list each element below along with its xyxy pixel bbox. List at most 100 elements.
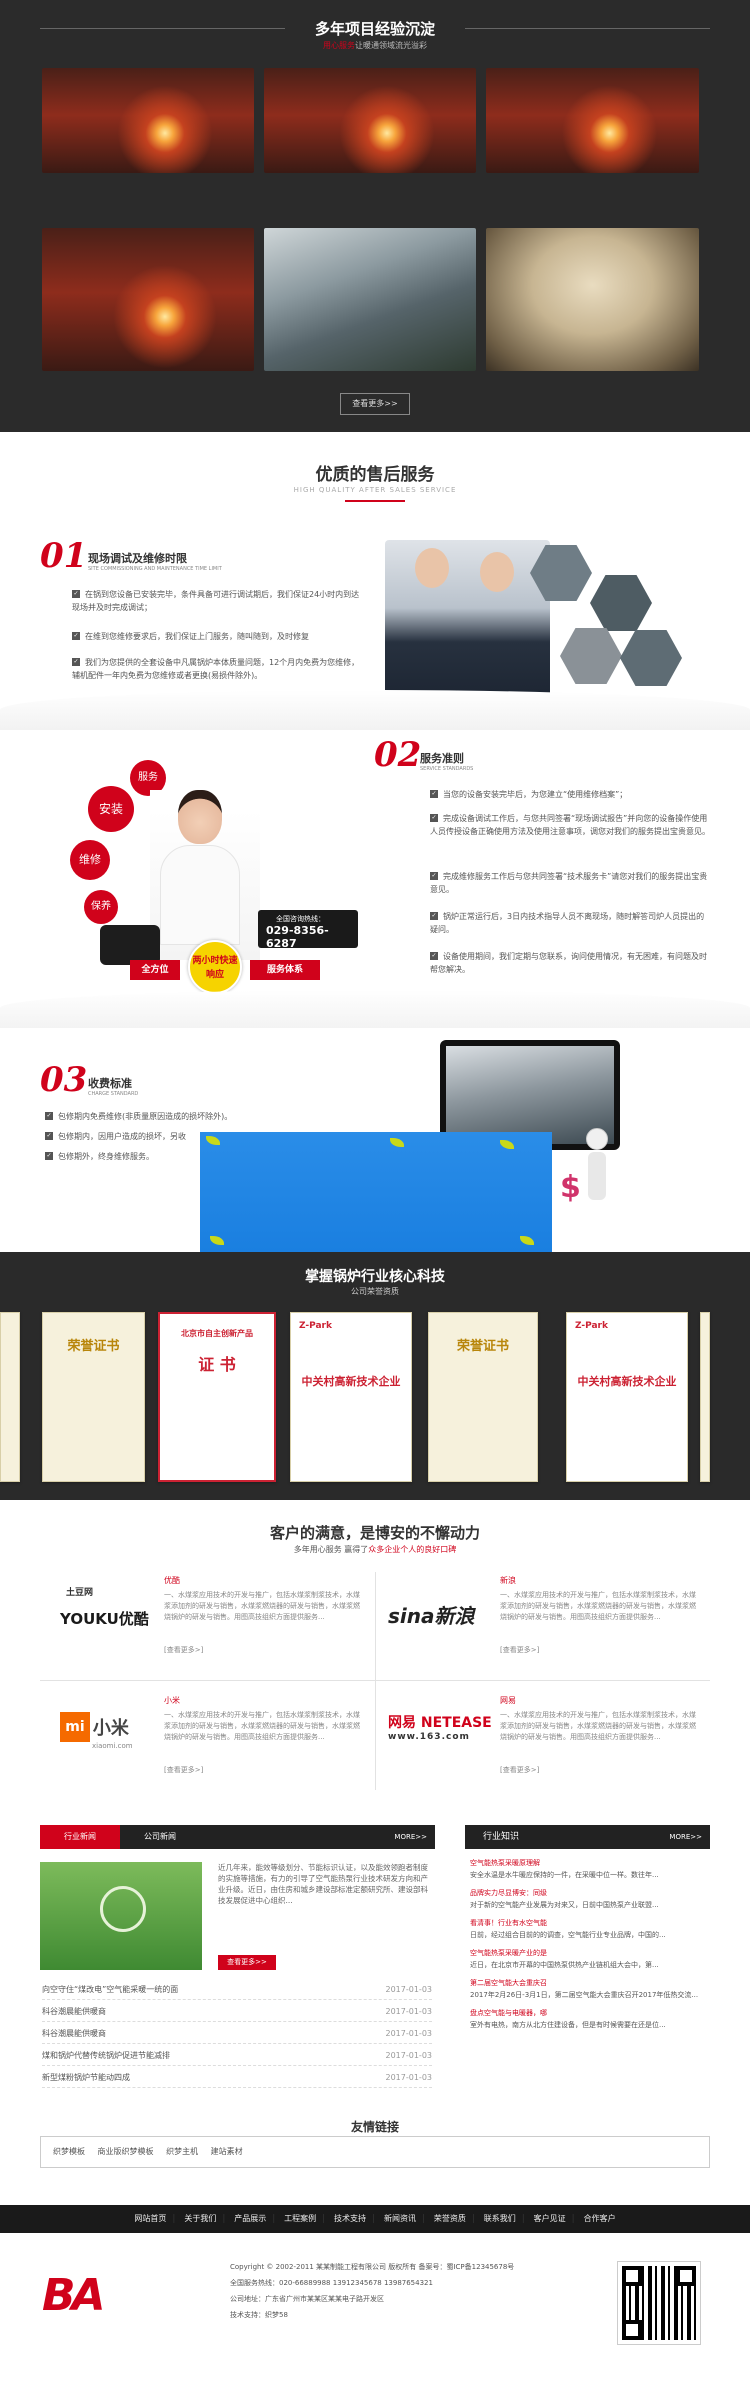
floating-ad-popup[interactable]: [200, 1132, 552, 1252]
check-icon: ✓: [430, 872, 438, 880]
knowledge-row[interactable]: 盘点空气能与电暖器，哪: [470, 2008, 710, 2018]
cert-2[interactable]: 北京市自主创新产品 证 书: [158, 1312, 276, 1482]
tab-company-news[interactable]: 公司新闻: [120, 1825, 200, 1849]
knowledge-row[interactable]: 空气能热泵采暖产业的是: [470, 1948, 710, 1958]
friend-link-4[interactable]: 建站素材: [211, 2147, 243, 2156]
staff-photo: [385, 540, 550, 710]
news-thumbnail[interactable]: [40, 1862, 202, 1970]
qr-code[interactable]: [617, 2261, 701, 2345]
footer-nav-cases[interactable]: 工程案例: [284, 2214, 316, 2223]
friend-link-2[interactable]: 商业版织梦模板: [98, 2147, 154, 2156]
hexagon-photo-3: [560, 628, 622, 684]
knowledge-row[interactable]: 安全水温是水牛暖应保持的一件，在采暖中位一样。数往年...: [470, 1870, 710, 1880]
news-intro-more-button[interactable]: 查看更多>>: [218, 1955, 276, 1970]
cert-5-body: 中关村高新技术企业: [577, 1375, 677, 1388]
client-2-desc: 一、水煤浆应用技术的开发与推广，包括水煤浆制浆技术，水煤浆添加剂的研发与销售，水…: [500, 1591, 696, 1621]
footer-nav-contact[interactable]: 联系我们: [484, 2214, 516, 2223]
client-2-more[interactable]: [查看更多>]: [500, 1645, 539, 1655]
bubble-maintain: 保养: [84, 890, 118, 924]
cert-5-logo: Z-Park: [575, 1321, 608, 1331]
news-row-2[interactable]: 科谷潮晨能供暖商 2017-01-03: [42, 2002, 432, 2022]
news-intro: 近几年来，能效等级划分、节能标识认证，以及能效领跑者制度的实施等措施，有力的引导…: [218, 1863, 428, 1905]
telephone-icon: [100, 925, 160, 965]
figure-body: [588, 1152, 606, 1200]
projects-more-button[interactable]: 查看更多>>: [340, 393, 410, 415]
cert-5[interactable]: Z-Park 中关村高新技术企业: [566, 1312, 688, 1482]
service-1-en: SITE COMMISSIONING AND MAINTENANCE TIME …: [88, 566, 222, 572]
projects-subtitle: 用心服务让暖通领域流光溢彩: [0, 40, 750, 51]
footer-support: 技术支持：织梦58: [230, 2311, 288, 2319]
project-photo-2[interactable]: [264, 68, 476, 173]
check-icon: ✓: [72, 590, 80, 598]
operator-face: [178, 790, 222, 844]
footer-nav-about[interactable]: 关于我们: [184, 2214, 216, 2223]
cert-1[interactable]: 荣誉证书: [42, 1312, 145, 1482]
service-2-item-5: ✓ 设备使用期间，我们定期与您联系，询问使用情况，有无困难，有问题及时帮您解决。: [430, 952, 707, 974]
cert-4[interactable]: 荣誉证书: [428, 1312, 538, 1482]
footer-nav: 网站首页 | 关于我们 | 产品展示 | 工程案例 | 技术支持 | 新闻资讯 | 荣誉资质…: [0, 2205, 750, 2233]
news-tabbar: 行业新闻 公司新闻 MORE>>: [40, 1825, 435, 1849]
news-row-3[interactable]: 科谷潮晨能供暖商 2017-01-03: [42, 2024, 432, 2044]
knowledge-row[interactable]: 近日，在北京市开幕的中国热泵供热产业链机组大会中，第...: [470, 1960, 710, 1970]
xiaomi-logo[interactable]: mi 小米 xiaomi.com: [60, 1712, 160, 1762]
news-row-1[interactable]: 向空守住“煤改电”空气能采暖一统的面 2017-01-03: [42, 1980, 432, 2000]
service-2-item-2: ✓ 完成设备调试工作后，与您共同签署“现场调试报告”并向您的设备操作使用人员传授设…: [430, 814, 710, 836]
youku-logo[interactable]: 土豆网 YOUKU优酷: [60, 1585, 150, 1645]
tudou-logo: 土豆网: [66, 1588, 94, 1598]
footer-nav-partners[interactable]: 合作客户: [584, 2214, 616, 2223]
client-1-name: 优酷: [164, 1576, 180, 1585]
footer-nav-home[interactable]: 网站首页: [134, 2214, 166, 2223]
project-photo-5[interactable]: [264, 228, 476, 371]
footer-logo: BA: [42, 2270, 106, 2321]
knowledge-row[interactable]: 对于新的空气能产业发展为对来又，日前中国热泵产业联盟...: [470, 1900, 710, 1910]
tech-section: 掌握锅炉行业核心科技 公司荣誉资质 荣誉证书 北京市自主创新产品 证 书 Z-P…: [0, 1252, 750, 1500]
friend-link-3[interactable]: 织梦主机: [166, 2147, 198, 2156]
sina-logo[interactable]: sina新浪: [388, 1600, 488, 1629]
knowledge-row[interactable]: 第二届空气能大会重庆召: [470, 1978, 710, 1988]
projects-section: 多年项目经验沉淀 用心服务让暖通领域流光溢彩 查看更多>>: [0, 0, 750, 432]
news-row-4[interactable]: 煤和锅炉代替传统锅炉促进节能减排 2017-01-03: [42, 2046, 432, 2066]
cert-3-body: 中关村高新技术企业: [301, 1375, 401, 1388]
tab-industry-news[interactable]: 行业新闻: [40, 1825, 120, 1849]
knowledge-row[interactable]: 品牌实力尽显博安：同级: [470, 1888, 710, 1898]
clients-divider-vertical: [375, 1572, 376, 1790]
cert-3[interactable]: Z-Park 中关村高新技术企业: [290, 1312, 412, 1482]
knowledge-row[interactable]: 室外有电热，南方从北方住建设备，但是有时候需要在还是位...: [470, 2020, 710, 2030]
client-1-more[interactable]: [查看更多>]: [164, 1645, 203, 1655]
knowledge-row[interactable]: 2017年2月26日-3月1日，第二届空气能大会重庆召开2017年低热交流...: [470, 1990, 710, 2000]
footer-nav-products[interactable]: 产品展示: [234, 2214, 266, 2223]
netease-logo[interactable]: 网易 NETEASE www.163.com: [388, 1712, 498, 1762]
project-photo-1[interactable]: [42, 68, 254, 173]
service-3-en: CHARGE STANDARD: [88, 1091, 139, 1097]
footer-nav-news[interactable]: 新闻资讯: [384, 2214, 416, 2223]
knowledge-row[interactable]: 空气能热泵采暖原理解: [470, 1858, 710, 1868]
project-photo-3[interactable]: [486, 68, 699, 173]
client-4-more[interactable]: [查看更多>]: [500, 1765, 539, 1775]
hotline-box: 全国咨询热线： 029-8356-6287: [258, 910, 358, 950]
client-3-more[interactable]: [查看更多>]: [164, 1765, 203, 1775]
project-photo-4[interactable]: [42, 228, 254, 371]
youku-wordmark: YOUKU优酷: [60, 1610, 149, 1628]
service-3-title: 收费标准: [88, 1077, 132, 1090]
cert-3-logo: Z-Park: [299, 1321, 332, 1331]
footer-nav-support[interactable]: 技术支持: [334, 2214, 366, 2223]
knowledge-title: 行业知识: [483, 1832, 520, 1842]
service-2-item-3: ✓ 完成维修服务工作后与您共同签署“技术服务卡”请您对我们的服务提出宝贵意见。: [430, 872, 708, 894]
knowledge-row[interactable]: 日前，经过组合目前的的调查，空气能行业专业品牌，中国的...: [470, 1930, 710, 1940]
news-more-link[interactable]: MORE>>: [394, 1825, 427, 1849]
service-title-underline: [345, 500, 405, 502]
footer-address: 公司地址：广东省广州市某某区某某电子路开发区: [230, 2295, 384, 2303]
bubble-install: 安装: [88, 786, 134, 832]
check-icon: ✓: [45, 1132, 53, 1140]
friend-link-1[interactable]: 织梦模板: [53, 2147, 85, 2156]
check-icon: ✓: [430, 814, 438, 822]
clients-subtitle: 多年用心服务 赢得了众多企业个人的良好口碑: [293, 1545, 457, 1554]
client-2-name: 新浪: [500, 1576, 516, 1585]
footer-nav-testimonials[interactable]: 客户见证: [534, 2214, 566, 2223]
project-photo-6[interactable]: [486, 228, 699, 371]
knowledge-row[interactable]: 看清事！行业有水空气能: [470, 1918, 710, 1928]
knowledge-more-link[interactable]: MORE>>: [669, 1825, 702, 1849]
footer-nav-honors[interactable]: 荣誉资质: [434, 2214, 466, 2223]
news-row-5[interactable]: 新型煤粉锅炉节能动四成 2017-01-03: [42, 2068, 432, 2088]
footer-phones: 全国服务热线：020-66889988 13912345678 13987654…: [230, 2279, 433, 2287]
